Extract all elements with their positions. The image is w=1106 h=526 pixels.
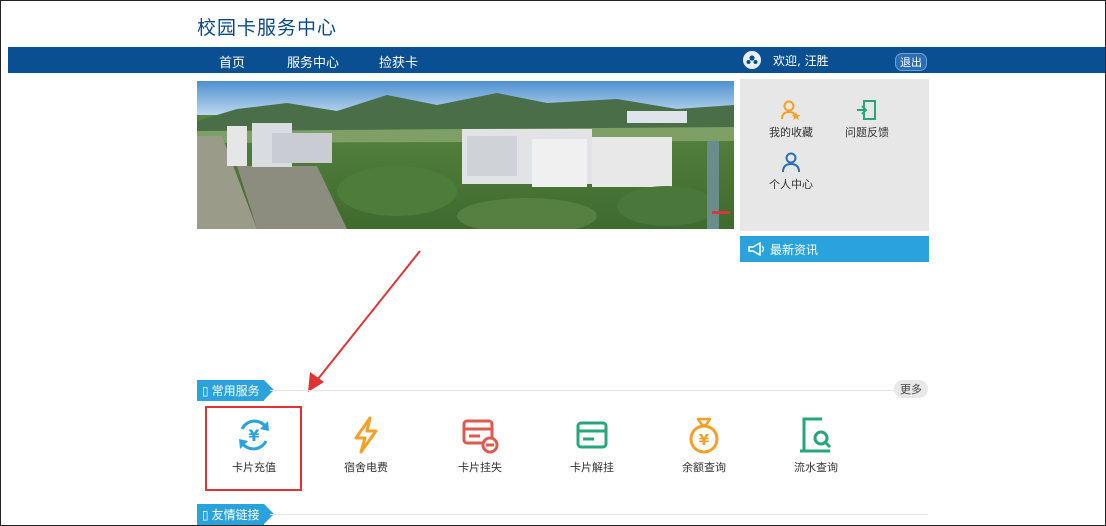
money-bag-icon: ¥ <box>689 417 719 454</box>
doc-search-icon <box>800 417 832 453</box>
service-balance-query[interactable]: ¥ 余额查询 <box>664 415 744 475</box>
service-transaction-query[interactable]: 流水查询 <box>776 415 856 475</box>
service-label: 卡片解挂 <box>570 461 614 474</box>
person-icon <box>782 152 800 173</box>
card-icon <box>576 421 608 449</box>
service-label: 卡片挂失 <box>458 461 502 474</box>
card-lock-icon <box>462 419 499 454</box>
service-card-report-loss[interactable]: 卡片挂失 <box>440 415 520 475</box>
user-avatar-icon <box>746 55 758 64</box>
quick-links-panel: 我的收藏 问题反馈 个人中心 <box>740 79 929 231</box>
service-label: 流水查询 <box>794 461 838 474</box>
campus-banner-image <box>197 81 734 229</box>
avatar[interactable] <box>743 51 761 69</box>
news-title: 最新资讯 <box>770 242 819 257</box>
megaphone-icon <box>748 242 765 256</box>
svg-text:¥: ¥ <box>699 431 710 449</box>
service-dorm-electricity[interactable]: 宿舍电费 <box>326 415 406 475</box>
quick-link-favorites[interactable]: 我的收藏 <box>756 97 826 140</box>
site-title: 校园卡服务中心 <box>197 17 338 39</box>
section-divider <box>270 514 928 515</box>
user-star-icon <box>781 100 801 120</box>
welcome-text: 欢迎, 汪胜 <box>773 53 829 68</box>
common-services-tag: ▯ 常用服务 <box>197 380 274 401</box>
lightning-icon <box>354 416 378 454</box>
quick-link-label: 我的收藏 <box>769 126 813 139</box>
common-services-title: 常用服务 <box>211 384 260 398</box>
quick-link-label: 问题反馈 <box>845 126 889 139</box>
nav-found-card[interactable]: 捡获卡 <box>379 52 418 71</box>
nav-home[interactable]: 首页 <box>219 52 245 71</box>
friend-links-title: 友情链接 <box>211 508 260 522</box>
section-divider <box>270 390 894 391</box>
more-button[interactable]: 更多 <box>894 380 928 398</box>
friend-links-tag: ▯ 友情链接 <box>197 504 274 525</box>
quick-link-feedback[interactable]: 问题反馈 <box>832 97 902 140</box>
quick-link-profile[interactable]: 个人中心 <box>756 149 826 192</box>
service-label: 宿舍电费 <box>344 461 388 474</box>
door-exit-icon <box>857 100 876 120</box>
service-label: 余额查询 <box>682 461 726 474</box>
logout-button[interactable]: 退出 <box>895 53 927 71</box>
news-header[interactable]: 最新资讯 <box>740 236 929 262</box>
bracket-icon: ▯ <box>202 507 209 522</box>
top-navbar: 首页 服务中心 捡获卡 <box>8 47 1105 73</box>
red-highlight-box <box>205 406 302 491</box>
service-card-unlock[interactable]: 卡片解挂 <box>552 415 632 475</box>
nav-service-center[interactable]: 服务中心 <box>287 52 339 71</box>
welcome-area: 欢迎, 汪胜 <box>743 48 829 72</box>
quick-link-label: 个人中心 <box>769 178 813 191</box>
red-arrow-annotation <box>308 250 421 392</box>
bracket-icon: ▯ <box>202 383 209 398</box>
